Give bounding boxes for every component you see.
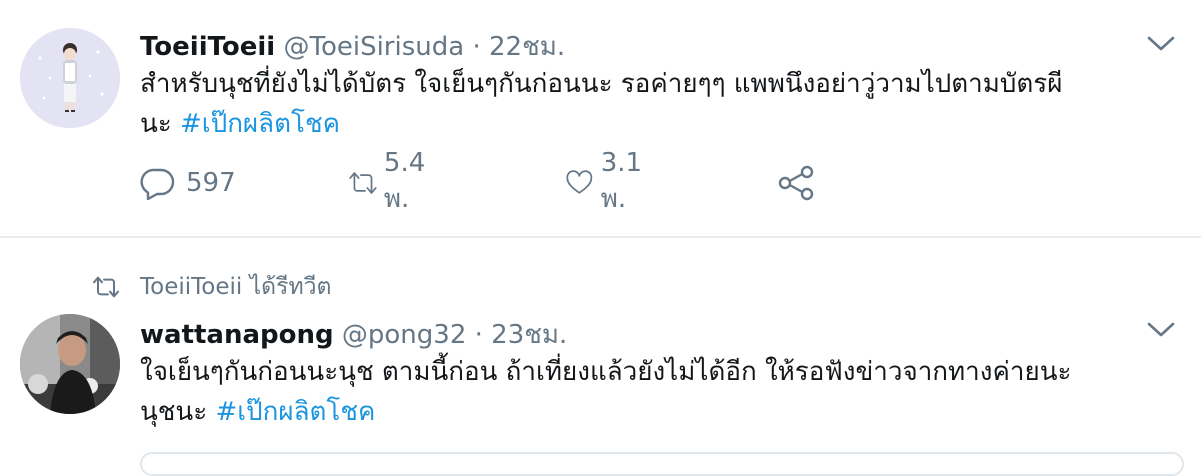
tweet-timestamp[interactable]: 22ชม. <box>489 32 565 62</box>
tweet-text: สำหรับนุชที่ยังไม่ได้บัตร ใจเย็นๆกันก่อน… <box>140 64 1180 144</box>
tweet-text-end: นุชนะ <box>140 397 208 427</box>
separator-dot: · <box>474 320 483 350</box>
like-icon <box>566 170 593 194</box>
avatar[interactable] <box>20 314 120 414</box>
hashtag-link[interactable]: #เป๊กผลิตโชค <box>215 397 375 427</box>
tweet-text-line-2: นะ #เป๊กผลิตโชค <box>140 104 1180 144</box>
share-button[interactable] <box>776 163 816 203</box>
separator-dot: · <box>472 32 481 62</box>
chevron-down-icon[interactable] <box>1146 34 1176 54</box>
user-handle[interactable]: @pong32 <box>342 320 466 350</box>
retweet-icon <box>93 276 119 298</box>
tweet-text-line-2: นุชนะ #เป๊กผลิตโชค <box>140 392 1180 432</box>
tweet-header: wattanapong @pong32 · 23ชม. <box>140 314 567 355</box>
tweet-2[interactable]: wattanapong @pong32 · 23ชม. ใจเย็นๆกันก่… <box>0 300 1201 460</box>
tweet-text-line-1: ใจเย็นๆกันก่อนนะนุช ตามนี้ก่อน ถ้าเที่ยง… <box>140 357 1072 387</box>
retweet-icon <box>349 172 377 194</box>
tweet-header: ToeiiToeii @ToeiSirisuda · 22ชม. <box>140 26 565 67</box>
tweet-divider <box>0 236 1201 238</box>
tweet-text-end: นะ <box>140 109 172 139</box>
avatar[interactable] <box>20 28 120 128</box>
retweet-button[interactable]: 5.4 พ. <box>348 148 437 214</box>
retweet-count: 5.4 พ. <box>383 147 426 214</box>
photo-avatar-icon <box>20 314 120 414</box>
reply-button[interactable]: 597 <box>140 163 236 203</box>
like-button[interactable]: 3.1 พ. <box>566 148 653 214</box>
tweet-timestamp[interactable]: 23ชม. <box>491 320 567 350</box>
tweet-1[interactable]: ToeiiToeii @ToeiSirisuda · 22ชม. สำหรับน… <box>0 0 1201 236</box>
reply-count: 597 <box>186 168 236 198</box>
tweet-text-line-1: สำหรับนุชที่ยังไม่ได้บัตร ใจเย็นๆกันก่อน… <box>140 69 1063 99</box>
share-icon <box>778 165 814 201</box>
user-handle[interactable]: @ToeiSirisuda <box>283 32 464 62</box>
tweet-text: ใจเย็นๆกันก่อนนะนุช ตามนี้ก่อน ถ้าเที่ยง… <box>140 352 1180 432</box>
illustrated-girl-avatar-icon <box>20 28 120 128</box>
retweet-context[interactable]: ToeiiToeii ได้รีทวีต <box>92 272 331 302</box>
reply-icon <box>140 168 175 200</box>
quoted-card[interactable] <box>140 452 1184 476</box>
chevron-down-icon[interactable] <box>1146 320 1176 340</box>
display-name[interactable]: wattanapong <box>140 320 334 350</box>
like-count: 3.1 พ. <box>600 147 643 214</box>
hashtag-link[interactable]: #เป๊กผลิตโชค <box>180 109 340 139</box>
display-name[interactable]: ToeiiToeii <box>140 32 275 62</box>
